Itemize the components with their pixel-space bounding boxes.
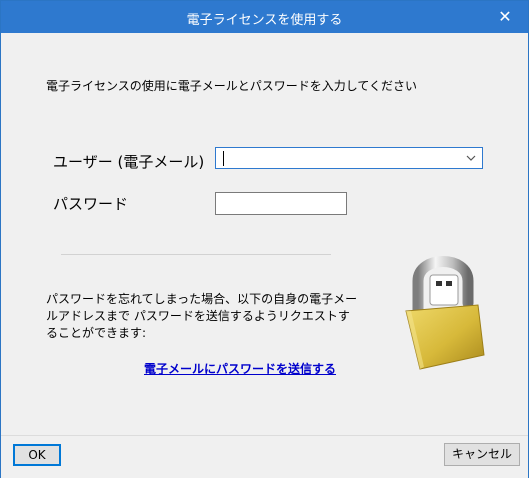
ok-button[interactable]: OK [13, 444, 61, 466]
padlock-icon [405, 256, 485, 370]
user-label: ユーザー (電子メール) [53, 153, 205, 171]
dialog-content: 電子ライセンスの使用に電子メールとパスワードを入力してください ユーザー (電子… [1, 33, 528, 435]
chevron-down-icon[interactable] [466, 150, 476, 166]
password-field[interactable] [215, 192, 347, 215]
user-email-combobox[interactable] [215, 147, 483, 169]
send-password-link[interactable]: 電子メールにパスワードを送信する [144, 360, 336, 377]
instruction-text: 電子ライセンスの使用に電子メールとパスワードを入力してください [46, 79, 418, 93]
close-icon[interactable]: ✕ [482, 1, 528, 33]
dialog-window: 電子ライセンスを使用する ✕ 電子ライセンスの使用に電子メールとパスワードを入力… [0, 0, 529, 478]
divider [61, 254, 331, 255]
button-bar: OK キャンセル [1, 435, 528, 478]
password-label: パスワード [53, 195, 129, 213]
cancel-button[interactable]: キャンセル [444, 443, 520, 466]
title-bar: 電子ライセンスを使用する ✕ [1, 1, 528, 33]
window-title: 電子ライセンスを使用する [186, 13, 343, 28]
forgot-password-text: パスワードを忘れてしまった場合、以下の自身の電子メールアドレスまで パスワードを… [46, 292, 358, 340]
text-caret [223, 151, 224, 166]
